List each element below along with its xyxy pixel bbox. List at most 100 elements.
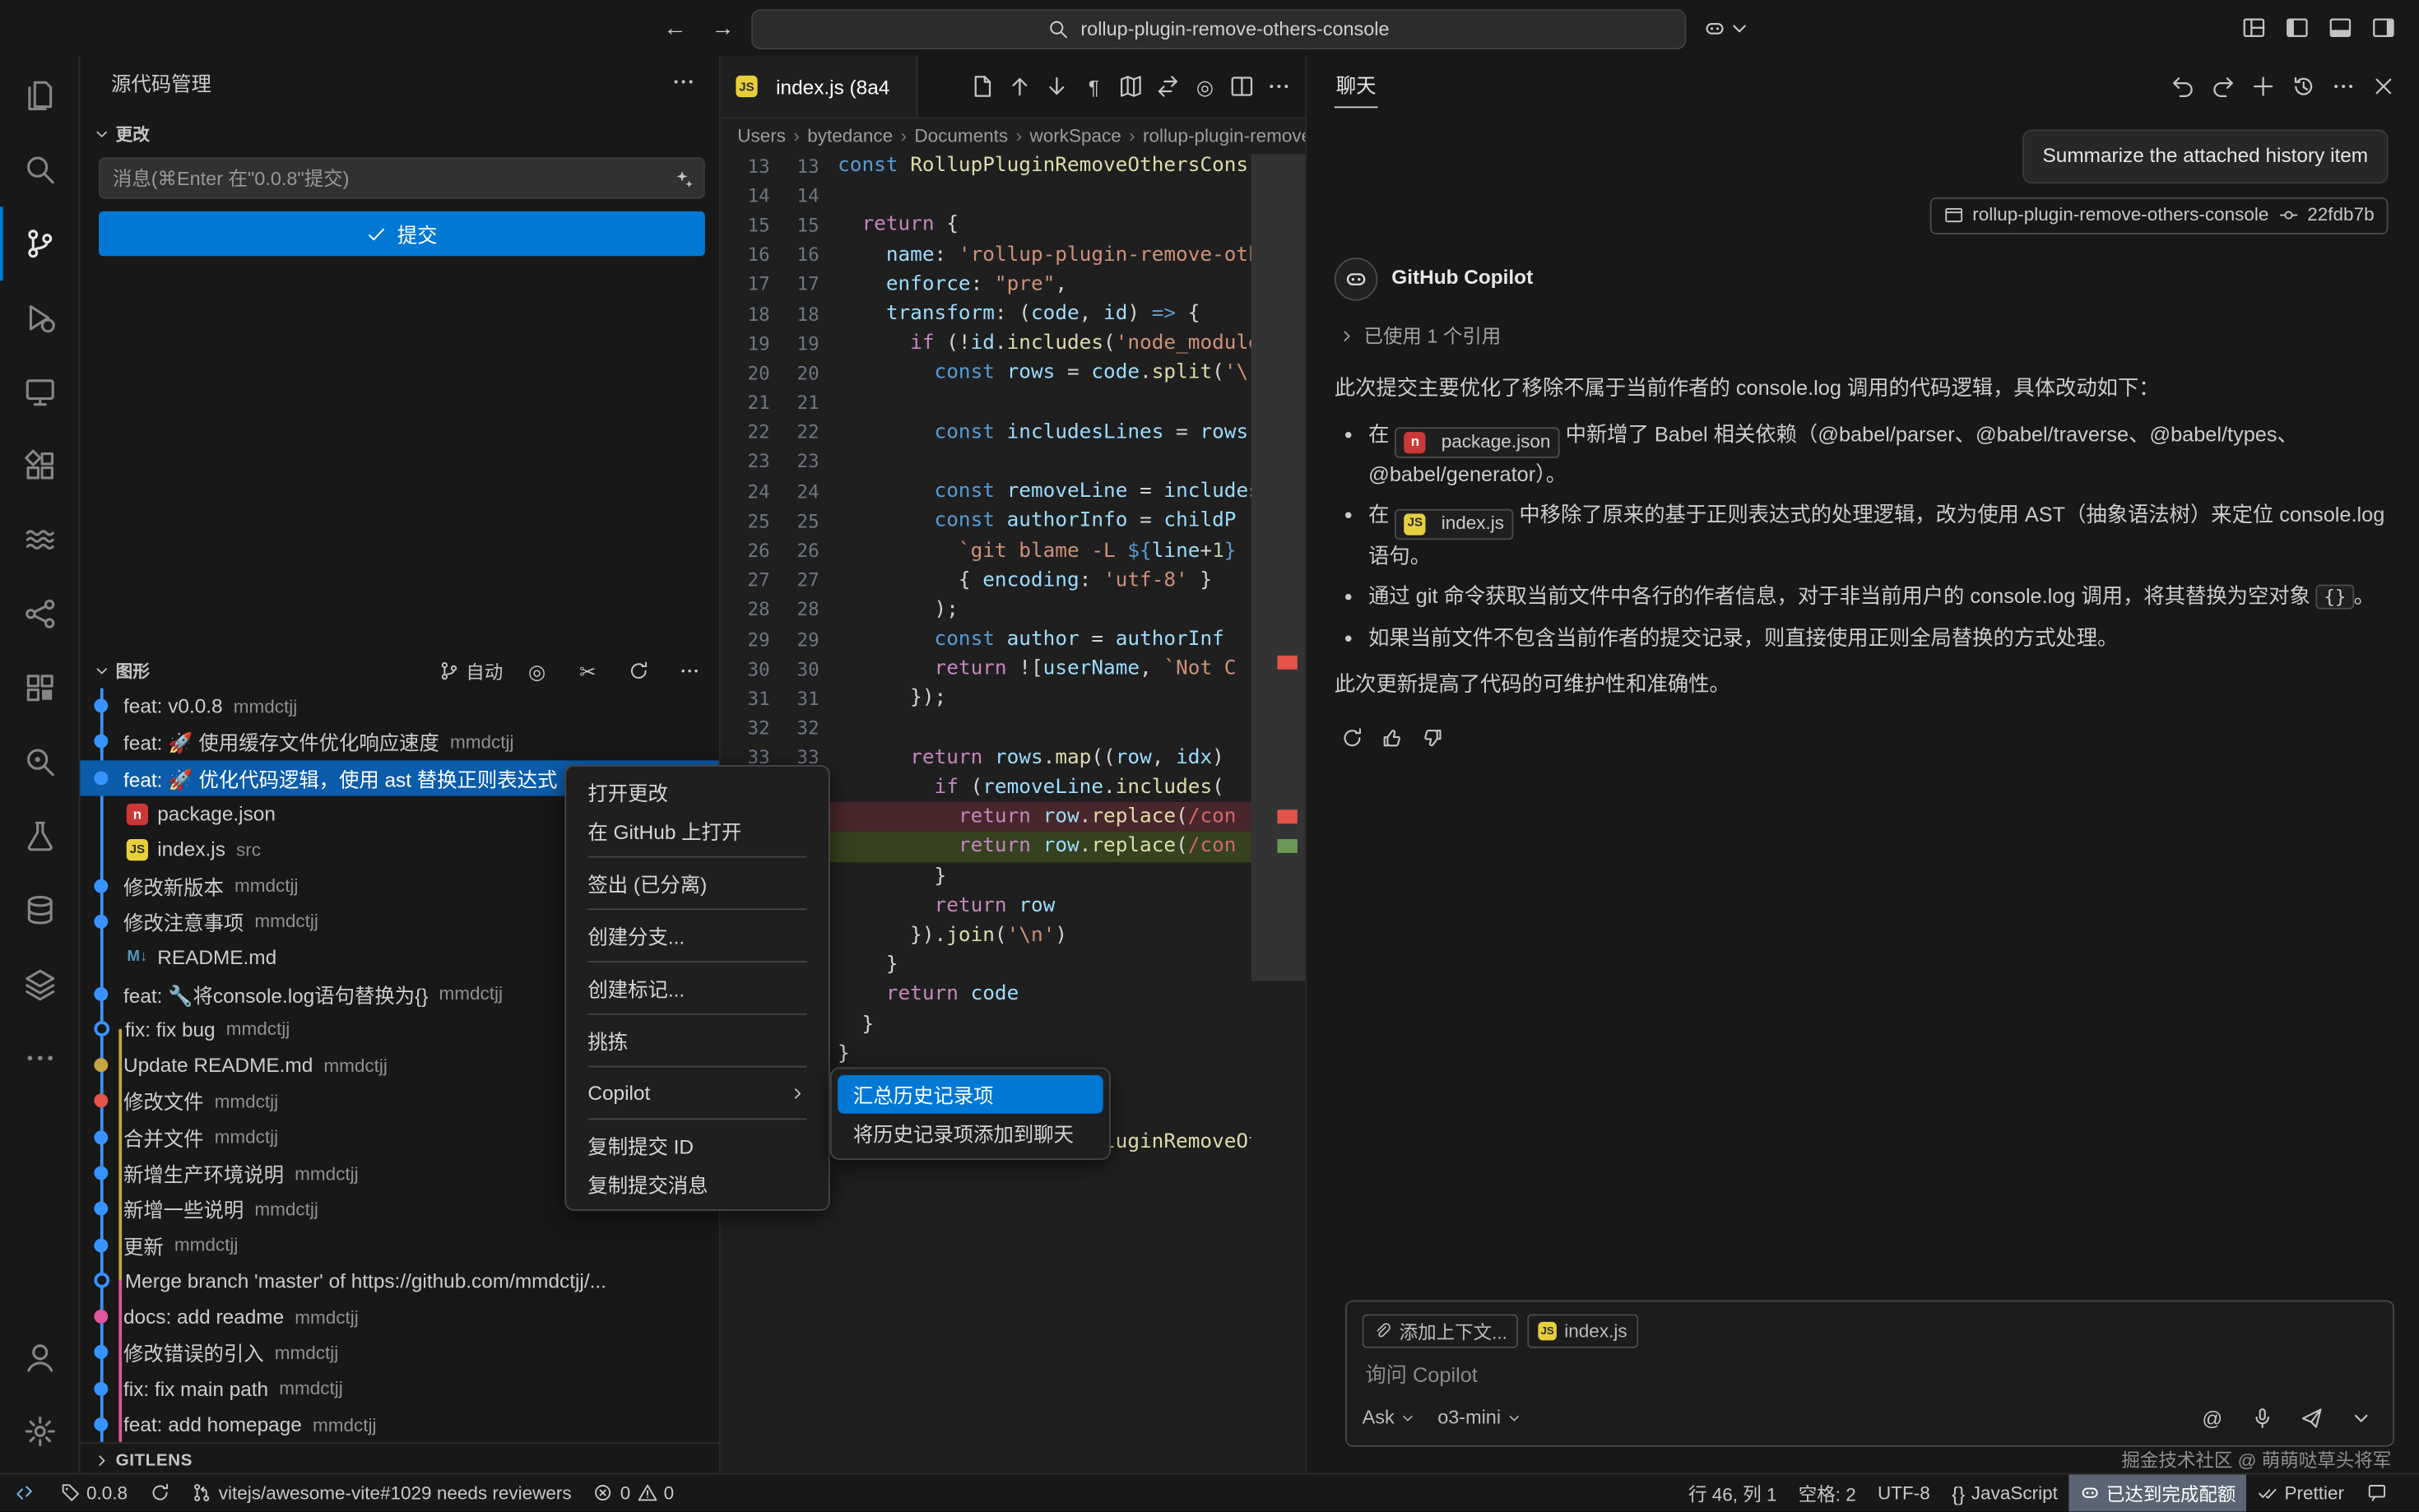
input-at-button[interactable]: @ xyxy=(2195,1401,2229,1435)
graph-scissors-button[interactable]: ✂ xyxy=(571,654,605,688)
editor-split-button[interactable] xyxy=(1225,69,1259,103)
activity-layers[interactable] xyxy=(0,947,79,1021)
current-file-chip[interactable]: JS index.js xyxy=(1527,1315,1637,1348)
input-chev-down-button[interactable] xyxy=(2343,1401,2377,1435)
attachment-chip[interactable]: rollup-plugin-remove-others-console 22fd… xyxy=(1929,197,2389,234)
panel-left-button[interactable] xyxy=(2280,11,2314,44)
breadcrumb-item[interactable]: Documents xyxy=(914,125,1008,146)
chat-redo-button[interactable] xyxy=(2206,69,2240,103)
graph-commit-row[interactable]: feat: v0.0.8mmdctjj xyxy=(81,688,719,724)
editor-arrow-down-button[interactable] xyxy=(1040,69,1074,103)
chat-plus-button[interactable] xyxy=(2246,69,2280,103)
gitlens-section-header[interactable]: GITLENS xyxy=(81,1442,719,1476)
code-line[interactable]: 2929 const author = authorInf xyxy=(721,624,1251,654)
context-menu-item[interactable]: 创建标记... xyxy=(573,969,823,1008)
graph-commit-row[interactable]: feat: add homepagemmdctjj xyxy=(81,1407,719,1442)
file-chip[interactable]: JSindex.js xyxy=(1395,508,1513,540)
context-menu-item[interactable]: Copilot xyxy=(573,1074,823,1112)
code-line[interactable]: 3131 }); xyxy=(721,684,1251,713)
activity-run-debug[interactable] xyxy=(0,281,79,355)
code-line[interactable]: 2828 ); xyxy=(721,595,1251,624)
commit-message-input[interactable] xyxy=(99,157,705,199)
activity-search[interactable] xyxy=(0,132,79,206)
status-feedback[interactable] xyxy=(2355,1475,2398,1512)
input-mic-button[interactable] xyxy=(2245,1401,2278,1435)
code-line[interactable]: 2222 const includesLines = rows. xyxy=(721,418,1251,448)
chat-title[interactable]: 聊天 xyxy=(1335,64,1378,109)
back-button[interactable]: ← xyxy=(663,15,686,41)
graph-auto-toggle[interactable]: 自动 xyxy=(438,658,503,684)
context-menu-item[interactable]: 创建分支... xyxy=(573,916,823,955)
command-center-search[interactable]: rollup-plugin-remove-others-console xyxy=(751,9,1686,49)
sidebar-more-button[interactable] xyxy=(666,65,700,99)
code-line[interactable]: 1313const RollupPluginRemoveOthersCons xyxy=(721,151,1251,181)
graph-section-header[interactable]: 图形 自动◎✂ xyxy=(81,654,719,688)
activity-testing[interactable] xyxy=(0,799,79,873)
ai-commit-message-button[interactable] xyxy=(670,165,698,193)
editor-arrow-up-button[interactable] xyxy=(1003,69,1037,103)
context-menu-item[interactable]: 复制提交 ID xyxy=(573,1126,823,1165)
activity-database[interactable] xyxy=(0,873,79,947)
changes-section-header[interactable]: 更改 xyxy=(81,118,719,151)
graph-commit-row[interactable]: docs: add readmemmdctjj xyxy=(81,1299,719,1335)
panel-right-button[interactable] xyxy=(2366,11,2400,44)
copilot-menu-button[interactable] xyxy=(1703,9,1751,46)
editor-pilcrow-button[interactable]: ¶ xyxy=(1077,69,1111,103)
chat-input[interactable] xyxy=(1363,1362,2384,1389)
code-line[interactable]: 2323 xyxy=(721,448,1251,477)
editor-more-button[interactable] xyxy=(1262,69,1296,103)
add-context-button[interactable]: 添加上下文... xyxy=(1363,1315,1518,1348)
status-sync[interactable] xyxy=(138,1475,181,1512)
response-thumbdown-button[interactable] xyxy=(1414,721,1448,755)
references-row[interactable]: 已使用 1 个引用 xyxy=(1338,321,2389,352)
code-line[interactable]: 1818 transform: (code, id) => { xyxy=(721,299,1251,329)
activity-extensions[interactable] xyxy=(0,429,79,503)
activity-code-search[interactable] xyxy=(0,725,79,799)
editor-map-button[interactable] xyxy=(1114,69,1148,103)
code-line[interactable]: 1919 if (!id.includes('node_module xyxy=(721,329,1251,359)
chat-more-button[interactable] xyxy=(2327,69,2361,103)
activity-source-control[interactable] xyxy=(0,206,79,281)
model-dropdown[interactable]: o3-mini xyxy=(1437,1407,1522,1428)
status-remote[interactable] xyxy=(0,1475,49,1512)
activity-more-views[interactable] xyxy=(0,1021,79,1095)
activity-accounts[interactable] xyxy=(0,1320,79,1394)
graph-more-button[interactable] xyxy=(673,654,707,688)
graph-sync-button[interactable] xyxy=(622,654,656,688)
submenu-item[interactable]: 汇总历史记录项 xyxy=(838,1075,1103,1114)
graph-commit-row[interactable]: 修改错误的引入mmdctjj xyxy=(81,1335,719,1371)
status-notifications[interactable] xyxy=(2398,1475,2419,1512)
commit-button[interactable]: 提交 xyxy=(99,211,705,256)
status-copilot-quota[interactable]: 已达到完成配额 xyxy=(2068,1475,2247,1512)
status-indentation[interactable]: 空格: 2 xyxy=(1788,1475,1867,1512)
code-line[interactable]: 1717 enforce: "pre", xyxy=(721,270,1251,299)
code-line[interactable]: 2424 const removeLine = includes xyxy=(721,476,1251,506)
code-line[interactable]: 3030 return ![userName, `Not C xyxy=(721,654,1251,684)
scrollbar-slider[interactable] xyxy=(1251,155,1306,981)
tab-index-js[interactable]: JS index.js (8a4 xyxy=(721,56,918,118)
editor-open-changes-button[interactable] xyxy=(966,69,1000,103)
context-menu-item[interactable]: 复制提交消息 xyxy=(573,1165,823,1204)
breadcrumb-item[interactable]: bytedance xyxy=(807,125,893,146)
chat-history-button[interactable] xyxy=(2287,69,2320,103)
code-line[interactable]: 1616 name: 'rollup-plugin-remove-oth xyxy=(721,240,1251,270)
editor-target-button[interactable]: ◎ xyxy=(1188,69,1222,103)
response-sync-button[interactable] xyxy=(1335,721,1368,755)
graph-commit-row[interactable]: 更新mmdctjj xyxy=(81,1227,719,1263)
breadcrumb-item[interactable]: workSpace xyxy=(1029,125,1121,146)
input-send-button[interactable] xyxy=(2294,1401,2328,1435)
code-line[interactable]: 3232 xyxy=(721,713,1251,743)
code-line[interactable]: 2020 const rows = code.split('\r xyxy=(721,359,1251,388)
status-prettier[interactable]: Prettier xyxy=(2247,1475,2356,1512)
response-thumbup-button[interactable] xyxy=(1375,721,1409,755)
breadcrumb-item[interactable]: Users xyxy=(737,125,786,146)
panel-bottom-button[interactable] xyxy=(2324,11,2357,44)
code-line[interactable]: 1414 xyxy=(721,181,1251,211)
activity-dashboard[interactable] xyxy=(0,651,79,725)
graph-target-button[interactable]: ◎ xyxy=(520,654,554,688)
code-line[interactable]: 2626 `git blame -L ${line+1} xyxy=(721,536,1251,565)
activity-explorer[interactable] xyxy=(0,58,79,132)
code-line[interactable]: 2727 { encoding: 'utf-8' } xyxy=(721,565,1251,595)
status-problems[interactable]: 00 xyxy=(583,1475,685,1512)
chat-undo-button[interactable] xyxy=(2166,69,2200,103)
